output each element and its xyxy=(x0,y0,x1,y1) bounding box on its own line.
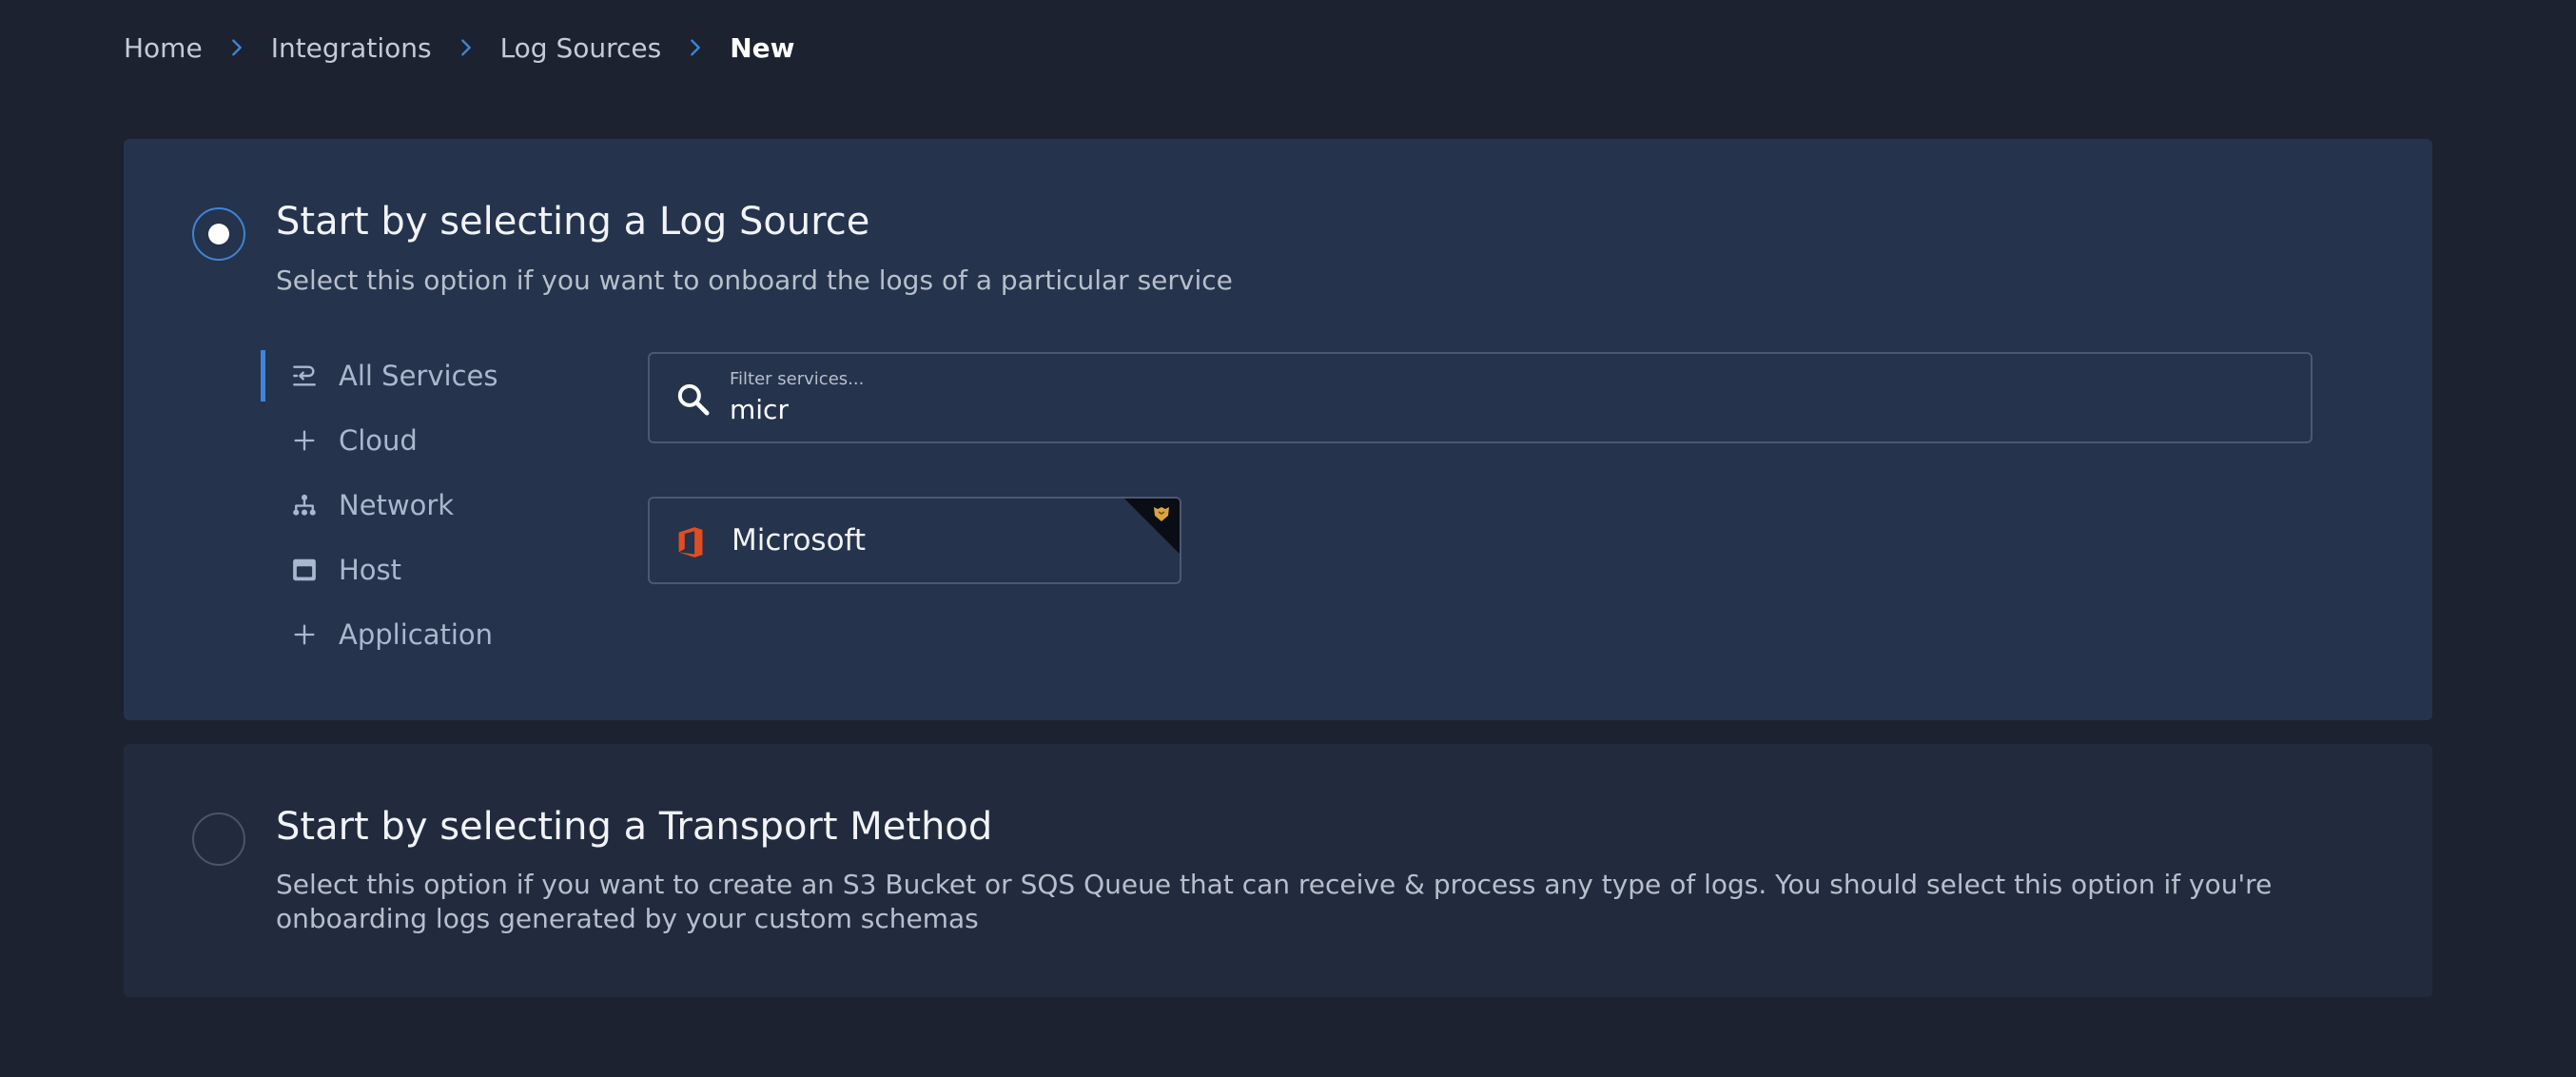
log-source-option-panel: Start by selecting a Log Source Select t… xyxy=(124,139,2432,720)
chevron-right-icon xyxy=(661,27,730,69)
category-list: All Services Cloud Network Host Applicat… xyxy=(261,350,584,674)
breadcrumb: Home Integrations Log Sources New xyxy=(124,27,795,69)
service-card-microsoft[interactable]: Microsoft xyxy=(648,497,1181,584)
log-source-radio[interactable] xyxy=(192,207,245,261)
plus-icon xyxy=(287,423,322,458)
microsoft-office-icon xyxy=(678,527,703,558)
transport-method-description: Select this option if you want to create… xyxy=(276,869,2273,934)
breadcrumb-log-sources[interactable]: Log Sources xyxy=(500,32,662,64)
category-label: Network xyxy=(339,489,455,521)
search-icon xyxy=(677,383,710,416)
category-label: Application xyxy=(339,618,494,651)
transport-method-radio[interactable] xyxy=(192,813,245,866)
category-application[interactable]: Application xyxy=(261,609,584,660)
log-source-description: Select this option if you want to onboar… xyxy=(276,264,1233,296)
panther-badge-icon xyxy=(1124,499,1180,554)
category-network[interactable]: Network xyxy=(261,480,584,531)
transport-method-title: Start by selecting a Transport Method xyxy=(276,805,993,849)
category-label: Host xyxy=(339,554,402,586)
chevron-right-icon xyxy=(203,27,271,69)
plus-icon xyxy=(287,617,322,652)
breadcrumb-integrations[interactable]: Integrations xyxy=(271,32,432,64)
transport-method-option-panel: Start by selecting a Transport Method Se… xyxy=(124,744,2432,997)
network-icon xyxy=(287,488,322,522)
search-value: micr xyxy=(730,394,789,425)
category-all-services[interactable]: All Services xyxy=(261,350,584,401)
service-name: Microsoft xyxy=(732,523,867,558)
category-label: Cloud xyxy=(339,424,418,457)
breadcrumb-home[interactable]: Home xyxy=(124,32,203,64)
category-cloud[interactable]: Cloud xyxy=(261,415,584,466)
all-services-icon xyxy=(287,359,322,393)
search-label: Filter services... xyxy=(730,369,865,389)
service-filter-input[interactable]: Filter services... micr xyxy=(648,352,2313,443)
breadcrumb-current: New xyxy=(730,31,795,64)
category-host[interactable]: Host xyxy=(261,544,584,596)
chevron-right-icon xyxy=(432,27,500,69)
host-icon xyxy=(287,553,322,587)
log-source-title: Start by selecting a Log Source xyxy=(276,200,870,244)
category-label: All Services xyxy=(339,360,498,392)
